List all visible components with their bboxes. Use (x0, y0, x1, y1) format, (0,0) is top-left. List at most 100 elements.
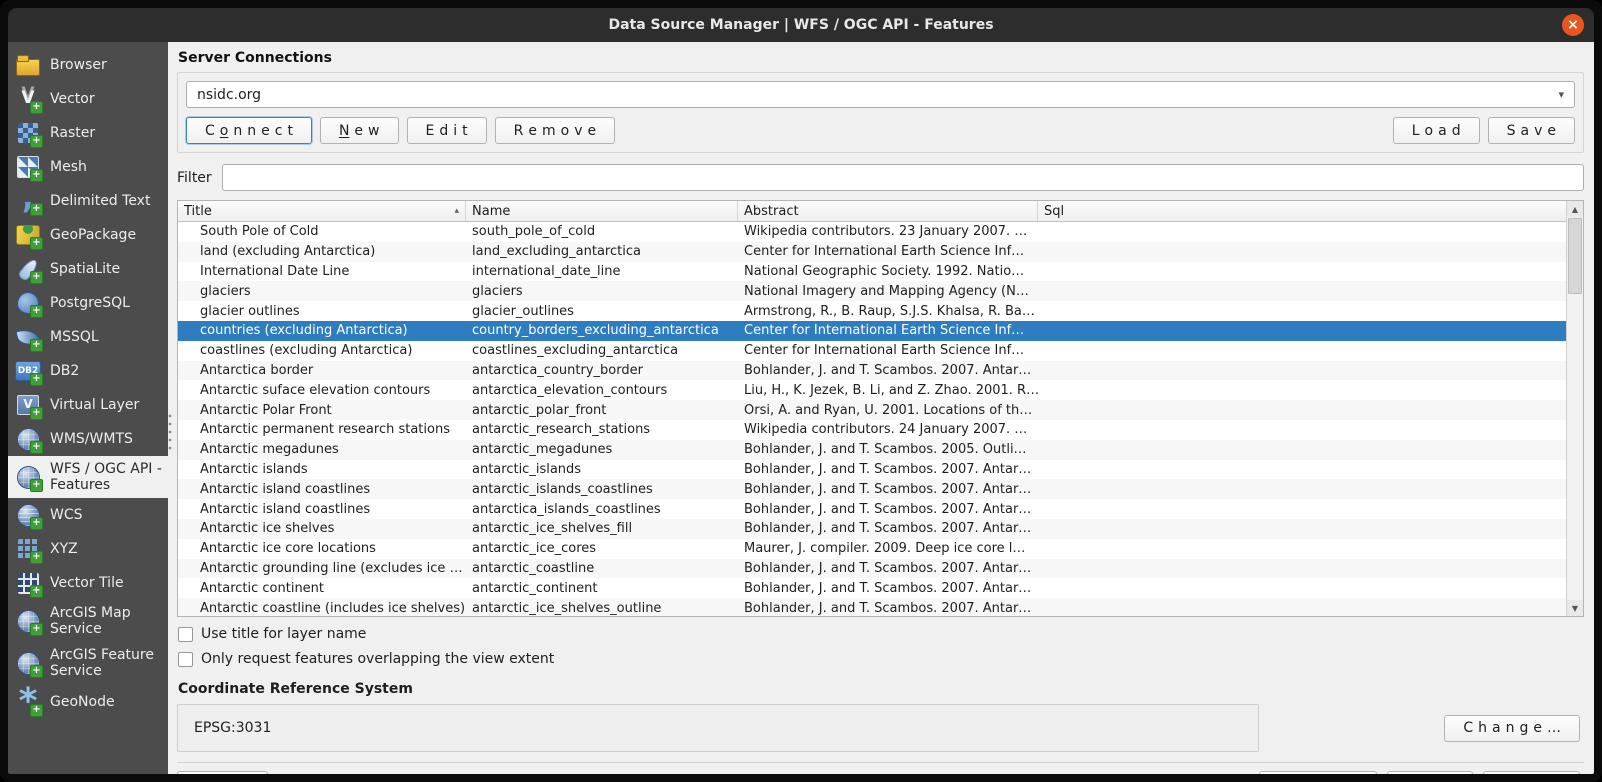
sidebar-item-geonode[interactable]: GeoNode (8, 685, 168, 719)
sidebar-item-db2[interactable]: DB2 (8, 354, 168, 388)
connect-button[interactable]: Connect (186, 117, 312, 144)
layers-table-header: Title ▴ Name Abstract Sql (178, 201, 1566, 222)
scroll-down-icon[interactable]: ▼ (1567, 600, 1583, 616)
sidebar-item-vector-tile[interactable]: Vector Tile (8, 566, 168, 600)
table-row[interactable]: glacier outlines glacier_outlines Armstr… (178, 301, 1566, 321)
column-header-sql[interactable]: Sql (1038, 201, 1566, 221)
connection-select[interactable]: nsidc.org ▾ (186, 81, 1575, 108)
table-row[interactable]: coastlines (excluding Antarctica) coastl… (178, 341, 1566, 361)
load-button[interactable]: Load (1393, 117, 1480, 144)
close-button[interactable]: × Close (1483, 771, 1580, 774)
filter-input[interactable] (222, 164, 1584, 191)
add-button[interactable]: ✓ Add (1387, 771, 1473, 774)
table-row[interactable]: Antarctic megadunes antarctic_megadunes … (178, 440, 1566, 460)
sidebar-item-arcgis-map[interactable]: ArcGIS Map Service (8, 600, 168, 642)
crs-change-button[interactable]: Change… (1444, 715, 1580, 742)
sidebar-item-label: Browser (50, 57, 107, 73)
cell-abstract: Liu, H., K. Jezek, B. Li, and Z. Zhao. 2… (738, 383, 1038, 398)
remove-button[interactable]: Remove (495, 117, 616, 144)
sidebar-item-label: WFS / OGC API - Features (50, 461, 162, 493)
titlebar[interactable]: Data Source Manager | WFS / OGC API - Fe… (8, 8, 1594, 42)
filter-row: Filter (177, 164, 1584, 191)
sidebar-item-xyz[interactable]: XYZ (8, 532, 168, 566)
cell-name: coastlines_excluding_antarctica (466, 343, 738, 358)
crs-value: EPSG:3031 (194, 720, 271, 736)
sidebar-item-delimited-text[interactable]: Delimited Text (8, 184, 168, 218)
table-row[interactable]: Antarctic suface elevation contours anta… (178, 380, 1566, 400)
new-button[interactable]: New (320, 117, 399, 144)
cell-name: antarctic_research_stations (466, 422, 738, 437)
table-row[interactable]: Antarctic permanent research stations an… (178, 420, 1566, 440)
cell-abstract: National Geographic Society. 1992. Natio… (738, 264, 1038, 279)
table-row[interactable]: countries (excluding Antarctica) country… (178, 321, 1566, 341)
table-row[interactable]: South Pole of Cold south_pole_of_cold Wi… (178, 222, 1566, 242)
sidebar-item-label: Virtual Layer (50, 397, 139, 413)
spatialite-icon (16, 257, 40, 281)
overlap-checkbox[interactable] (178, 652, 193, 667)
sidebar-item-mssql[interactable]: MSSQL (8, 320, 168, 354)
sidebar-item-arcgis-feature[interactable]: ArcGIS Feature Service (8, 642, 168, 684)
save-button[interactable]: Save (1488, 117, 1575, 144)
column-header-abstract[interactable]: Abstract (738, 201, 1038, 221)
table-row[interactable]: Antarctic island coastlines antarctic_is… (178, 479, 1566, 499)
cell-title: Antarctic continent (178, 581, 466, 596)
help-button[interactable]: ? Help (177, 771, 268, 774)
cell-abstract: Bohlander, J. and T. Scambos. 2007. Anta… (738, 561, 1038, 576)
cell-abstract: Bohlander, J. and T. Scambos. 2007. Anta… (738, 521, 1038, 536)
table-row[interactable]: Antarctic ice core locations antarctic_i… (178, 539, 1566, 559)
table-row[interactable]: Antarctic island coastlines antarctica_i… (178, 499, 1566, 519)
table-row[interactable]: Antarctic coastline (includes ice shelve… (178, 598, 1566, 616)
cell-name: antarctic_megadunes (466, 442, 738, 457)
cell-name: glacier_outlines (466, 304, 738, 319)
cell-name: antarctic_polar_front (466, 403, 738, 418)
build-query-button[interactable]: Build query (1259, 771, 1377, 774)
cell-name: antarctica_country_border (466, 363, 738, 378)
overlap-checkbox-row[interactable]: Only request features overlapping the vi… (178, 651, 1583, 667)
sidebar-item-label: WMS/WMTS (50, 431, 133, 447)
table-row[interactable]: Antarctic grounding line (excludes ice …… (178, 559, 1566, 579)
db2-icon (16, 359, 40, 383)
scroll-up-icon[interactable]: ▲ (1567, 201, 1583, 217)
virtual-layer-icon (16, 393, 40, 417)
table-row[interactable]: Antarctica border antarctica_country_bor… (178, 361, 1566, 381)
sidebar-item-browser[interactable]: Browser (8, 48, 168, 82)
splitter-handle[interactable] (168, 412, 172, 452)
sidebar-item-wfs[interactable]: WFS / OGC API - Features (8, 456, 168, 498)
cell-title: Antarctic ice core locations (178, 541, 466, 556)
sidebar-item-geopackage[interactable]: GeoPackage (8, 218, 168, 252)
cell-title: glaciers (178, 284, 466, 299)
wcs-icon (16, 503, 40, 527)
sidebar-item-label: SpatiaLite (50, 261, 120, 277)
table-row[interactable]: Antarctic ice shelves antarctic_ice_shel… (178, 519, 1566, 539)
sidebar-item-wms[interactable]: WMS/WMTS (8, 422, 168, 456)
column-header-name[interactable]: Name (466, 201, 738, 221)
cell-abstract: Bohlander, J. and T. Scambos. 2007. Anta… (738, 601, 1038, 616)
cell-name: international_date_line (466, 264, 738, 279)
table-row[interactable]: Antarctic islands antarctic_islands Bohl… (178, 460, 1566, 480)
sidebar-item-postgresql[interactable]: PostgreSQL (8, 286, 168, 320)
server-connections-heading: Server Connections (178, 50, 1584, 66)
table-row[interactable]: land (excluding Antarctica) land_excludi… (178, 242, 1566, 262)
sidebar-item-vector[interactable]: Vector (8, 82, 168, 116)
sidebar-item-wcs[interactable]: WCS (8, 498, 168, 532)
edit-button[interactable]: Edit (407, 117, 487, 144)
use-title-checkbox-row[interactable]: Use title for layer name (178, 626, 1583, 642)
cell-title: Antarctic island coastlines (178, 502, 466, 517)
window-close-button[interactable]: × (1562, 14, 1584, 36)
table-row[interactable]: International Date Line international_da… (178, 262, 1566, 282)
use-title-checkbox[interactable] (178, 627, 193, 642)
sidebar-item-label: PostgreSQL (50, 295, 130, 311)
wfs-icon (16, 465, 40, 489)
table-row[interactable]: Antarctic Polar Front antarctic_polar_fr… (178, 400, 1566, 420)
sidebar-item-label: GeoNode (50, 694, 115, 710)
cell-title: Antarctic permanent research stations (178, 422, 466, 437)
cell-title: Antarctic Polar Front (178, 403, 466, 418)
table-row[interactable]: glaciers glaciers National Imagery and M… (178, 281, 1566, 301)
sidebar-item-raster[interactable]: Raster (8, 116, 168, 150)
sidebar-item-virtual-layer[interactable]: Virtual Layer (8, 388, 168, 422)
scrollbar-thumb[interactable] (1568, 218, 1582, 294)
sidebar-item-spatialite[interactable]: SpatiaLite (8, 252, 168, 286)
table-row[interactable]: Antarctic continent antarctic_continent … (178, 578, 1566, 598)
table-scrollbar[interactable]: ▲ ▼ (1566, 201, 1583, 616)
column-header-title[interactable]: Title ▴ (178, 201, 466, 221)
